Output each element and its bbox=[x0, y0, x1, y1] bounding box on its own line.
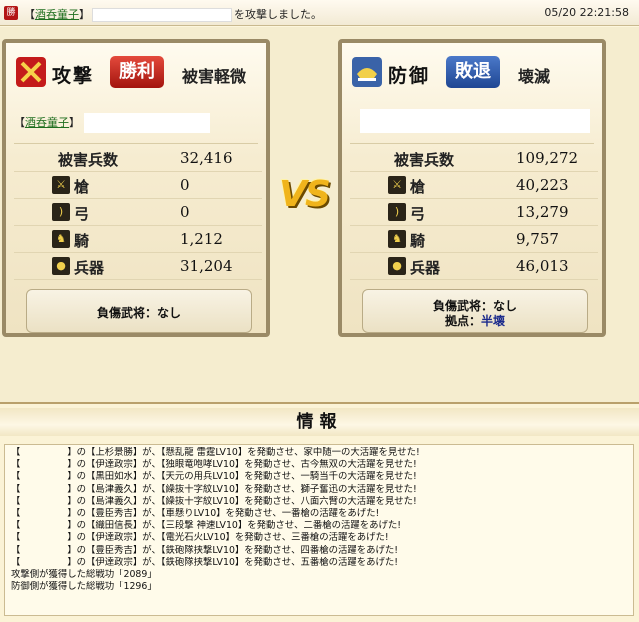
divider bbox=[14, 143, 258, 144]
defender-damage-level: 壊滅 bbox=[518, 67, 551, 86]
info-title: 情報 bbox=[0, 408, 639, 436]
attacker-injury-label: 負傷武将：なし bbox=[96, 306, 181, 320]
stat-row-weapon: ● 兵器 31,204 bbox=[14, 253, 262, 280]
stat-row-weapon: ● 兵器 46,013 bbox=[350, 253, 598, 280]
spear-icon: ⚔ bbox=[388, 176, 406, 194]
attacker-role-label: 攻撃 bbox=[52, 65, 95, 87]
bow-icon: ) bbox=[388, 203, 406, 221]
log-line: 【 】の【伊達政宗】が、【鉄砲隊挟撃LV10】を発動させ、五番槍の活躍をあげた! bbox=[11, 556, 399, 568]
vs-emblem: VS bbox=[279, 174, 331, 215]
info-section: 情報 【 】の【上杉景勝】が、【懸乱龍 雷霆LV10】を発動させ、家中随一の大活… bbox=[0, 402, 639, 622]
attacker-player: 【酒呑童子】 bbox=[14, 113, 210, 133]
attacker-player-link[interactable]: 酒呑童子 bbox=[25, 116, 69, 129]
defender-role-label: 防御 bbox=[388, 65, 431, 87]
shield-helmet-icon bbox=[352, 57, 382, 87]
attacker-title-bar: 攻撃 勝利 被害軽微 bbox=[14, 51, 258, 91]
battle-header: 勝 【酒呑童子】 を攻撃しました。 05/20 22:21:58 bbox=[0, 0, 639, 26]
defender-total-merit: 防御側が獲得した総戦功「1296」 bbox=[11, 581, 157, 593]
log-line: 【 】の【豊臣秀吉】が、【鉄砲隊挟撃LV10】を発動させ、四番槍の活躍をあげた! bbox=[11, 544, 399, 556]
log-line: 【 】の【島津義久】が、【繰抜十字紋LV10】を発動させ、獅子奮迅の大活躍を見せ… bbox=[11, 483, 417, 495]
redacted-field bbox=[84, 113, 210, 133]
battle-log: 【 】の【上杉景勝】が、【懸乱龍 雷霆LV10】を発動させ、家中随一の大活躍を見… bbox=[4, 444, 634, 616]
stat-row-cavalry: ♞ 騎 9,757 bbox=[350, 226, 598, 253]
stat-row-bow: ) 弓 13,279 bbox=[350, 199, 598, 226]
defender-stats: 被害兵数 109,272 ⚔ 槍 40,223 ) 弓 13,279 ♞ 騎 9… bbox=[350, 145, 598, 280]
horse-icon: ♞ bbox=[52, 230, 70, 248]
battle-result-area: 攻撃 勝利 被害軽微 【酒呑童子】 被害兵数 32,416 ⚔ 槍 0 ) 弓 … bbox=[0, 27, 639, 402]
attacker-injury-box: 負傷武将：なし bbox=[26, 289, 252, 333]
defender-result-badge: 敗退 bbox=[446, 56, 500, 88]
defender-base-status: 拠点：半壊 bbox=[444, 314, 506, 328]
bow-icon: ) bbox=[52, 203, 70, 221]
siege-weapon-icon: ● bbox=[388, 257, 406, 275]
attacker-total-merit: 攻撃側が獲得した総戦功「2089」 bbox=[11, 569, 157, 581]
attacker-result-badge: 勝利 bbox=[110, 56, 164, 88]
log-line: 【 】の【上杉景勝】が、【懸乱龍 雷霆LV10】を発動させ、家中随一の大活躍を見… bbox=[11, 447, 420, 458]
attacker-damage-level: 被害軽微 bbox=[182, 67, 247, 86]
log-line: 【 】の【黒田如水】が、【天元の用兵LV10】を発動させ、一騎当千の大活躍を見せ… bbox=[11, 471, 417, 483]
defender-injury-box: 負傷武将：なし 拠点：半壊 bbox=[362, 289, 588, 333]
stat-row-spear: ⚔ 槍 0 bbox=[14, 172, 262, 199]
divider bbox=[350, 143, 594, 144]
log-line: 【 】の【伊達政宗】が、【独眼竜咆哮LV10】を発動させ、古今無双の大活躍を見せ… bbox=[11, 459, 417, 471]
attacker-stats: 被害兵数 32,416 ⚔ 槍 0 ) 弓 0 ♞ 騎 1,212 ● 兵器 3 bbox=[14, 145, 262, 280]
redacted-defender-name bbox=[92, 8, 232, 22]
stat-row-cavalry: ♞ 騎 1,212 bbox=[14, 226, 262, 253]
battle-timestamp: 05/20 22:21:58 bbox=[544, 6, 629, 19]
horse-icon: ♞ bbox=[388, 230, 406, 248]
stat-row-total: 被害兵数 109,272 bbox=[350, 145, 598, 172]
battle-message: 【酒呑童子】 を攻撃しました。 bbox=[24, 8, 322, 22]
redacted-defender-player bbox=[360, 109, 590, 133]
log-line: 【 】の【豊臣秀吉】が、【車懸りLV10】を発動させ、一番槍の活躍をあげた! bbox=[11, 508, 380, 520]
attacker-name-link[interactable]: 酒呑童子 bbox=[35, 8, 79, 21]
stat-row-spear: ⚔ 槍 40,223 bbox=[350, 172, 598, 199]
log-line: 【 】の【島津義久】が、【繰抜十字紋LV10】を発動させ、八面六臂の大活躍を見せ… bbox=[11, 495, 417, 507]
attacker-panel: 攻撃 勝利 被害軽微 【酒呑童子】 被害兵数 32,416 ⚔ 槍 0 ) 弓 … bbox=[2, 39, 270, 337]
spear-icon: ⚔ bbox=[52, 176, 70, 194]
win-badge-icon: 勝 bbox=[4, 6, 18, 20]
stat-row-total: 被害兵数 32,416 bbox=[14, 145, 262, 172]
log-line: 【 】の【織田信長】が、【三段撃 神速LV10】を発動させ、二番槍の活躍をあげた… bbox=[11, 520, 402, 532]
defender-panel: 防御 敗退 壊滅 被害兵数 109,272 ⚔ 槍 40,223 ) 弓 13,… bbox=[338, 39, 606, 337]
defender-title-bar: 防御 敗退 壊滅 bbox=[350, 51, 594, 91]
crossed-swords-icon bbox=[16, 57, 46, 87]
siege-weapon-icon: ● bbox=[52, 257, 70, 275]
log-line: 【 】の【伊達政宗】が、【電光石火LV10】を発動させ、三番槍の活躍をあげた! bbox=[11, 532, 389, 544]
stat-row-bow: ) 弓 0 bbox=[14, 199, 262, 226]
